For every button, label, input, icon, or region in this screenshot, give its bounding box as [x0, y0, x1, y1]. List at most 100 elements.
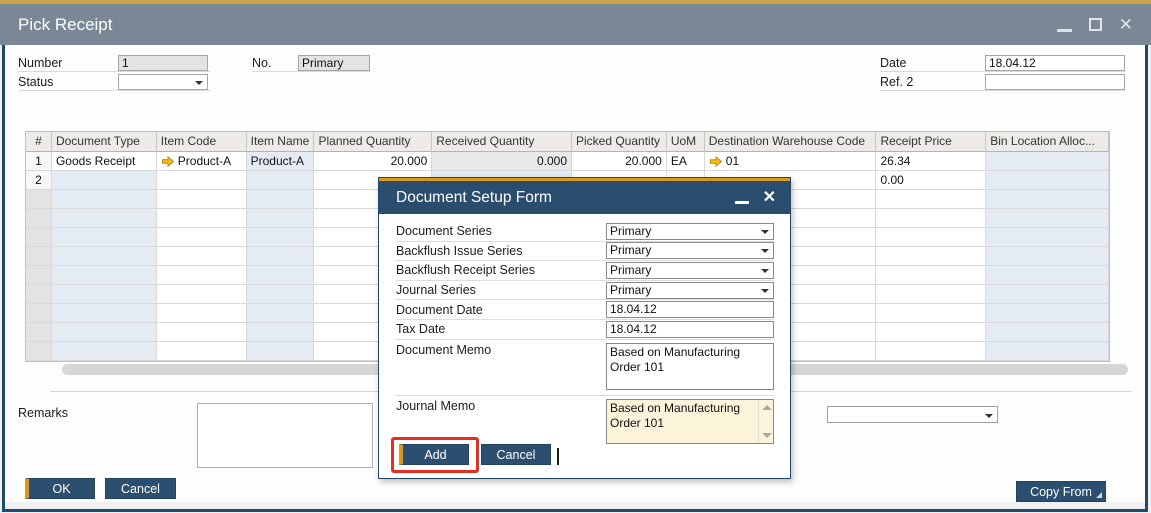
table-cell[interactable] — [246, 190, 315, 209]
modal-titlebar: Document Setup Form ✕ — [379, 181, 790, 214]
table-cell[interactable] — [876, 323, 987, 342]
minimize-icon[interactable] — [1056, 29, 1072, 32]
table-cell[interactable] — [51, 228, 157, 247]
table-cell[interactable] — [51, 323, 157, 342]
bottom-dropdown[interactable] — [827, 406, 998, 423]
table-cell[interactable] — [51, 171, 157, 190]
table-cell[interactable] — [246, 342, 315, 361]
document-memo-textarea[interactable]: Based on Manufacturing Order 101 — [606, 342, 774, 390]
table-cell[interactable] — [156, 342, 247, 361]
table-cell[interactable] — [156, 285, 247, 304]
ref2-field[interactable] — [985, 74, 1125, 90]
maximize-icon[interactable] — [1088, 18, 1102, 31]
close-icon[interactable]: ✕ — [763, 189, 776, 206]
table-cell[interactable] — [156, 209, 247, 228]
table-cell[interactable] — [246, 209, 315, 228]
scroll-down-icon[interactable] — [762, 432, 772, 438]
table-cell[interactable] — [246, 285, 315, 304]
table-cell[interactable] — [876, 209, 987, 228]
table-cell[interactable] — [51, 266, 157, 285]
window-controls: ✕ — [1056, 4, 1133, 45]
table-cell[interactable]: Product-A — [156, 152, 247, 171]
table-cell[interactable] — [246, 266, 315, 285]
journal-memo-textarea[interactable]: Based on Manufacturing Order 101 — [606, 398, 774, 444]
table-cell[interactable] — [246, 323, 315, 342]
table-cell[interactable] — [876, 190, 987, 209]
table-cell[interactable] — [876, 266, 987, 285]
table-cell[interactable] — [51, 285, 157, 304]
remarks-textarea[interactable] — [197, 403, 373, 468]
select-value: Primary — [610, 282, 652, 297]
table-cell[interactable] — [986, 171, 1109, 190]
table-cell[interactable] — [246, 304, 315, 323]
table-cell[interactable] — [156, 304, 247, 323]
table-cell[interactable]: Product-A — [246, 152, 315, 171]
copy-from-button[interactable]: Copy From — [1016, 481, 1106, 502]
date-field[interactable]: 18.04.12 — [985, 55, 1125, 71]
table-cell[interactable] — [986, 190, 1109, 209]
table-cell[interactable] — [51, 247, 157, 266]
cell-text: 0.000 — [536, 154, 567, 168]
table-cell[interactable] — [51, 190, 157, 209]
table-cell[interactable]: 0.000 — [432, 152, 572, 171]
modal-input[interactable]: 18.04.12 — [606, 301, 774, 319]
table-cell[interactable] — [986, 342, 1109, 361]
modal-select[interactable]: Primary — [606, 261, 774, 279]
table-cell[interactable] — [156, 323, 247, 342]
table-cell[interactable]: Goods Receipt — [51, 152, 157, 171]
table-cell[interactable]: 0.00 — [876, 171, 987, 190]
table-cell[interactable] — [986, 285, 1109, 304]
table-cell[interactable]: 26.34 — [876, 152, 987, 171]
chevron-down-icon — [985, 414, 993, 418]
table-cell[interactable] — [246, 247, 315, 266]
table-cell[interactable] — [156, 228, 247, 247]
link-arrow-icon[interactable] — [709, 155, 723, 167]
table-cell: 2 — [26, 171, 52, 190]
table-cell[interactable] — [986, 323, 1109, 342]
table-cell[interactable] — [156, 190, 247, 209]
table-cell[interactable] — [986, 304, 1109, 323]
number-field[interactable]: 1 — [118, 55, 208, 71]
table-cell[interactable]: 20.000 — [314, 152, 433, 171]
table-cell[interactable] — [986, 228, 1109, 247]
minimize-icon[interactable] — [734, 201, 749, 204]
table-cell[interactable] — [51, 342, 157, 361]
date-label: Date — [880, 56, 907, 70]
table-cell[interactable] — [986, 209, 1109, 228]
close-icon[interactable]: ✕ — [1119, 16, 1133, 33]
link-arrow-icon[interactable] — [161, 155, 175, 167]
table-cell[interactable]: 01 — [704, 152, 877, 171]
table-cell — [26, 247, 52, 266]
modal-cancel-button[interactable]: Cancel — [481, 444, 551, 465]
status-select[interactable] — [118, 74, 208, 90]
table-cell[interactable] — [51, 304, 157, 323]
cancel-button[interactable]: Cancel — [105, 478, 176, 499]
table-cell[interactable] — [876, 247, 987, 266]
modal-select[interactable]: Primary — [606, 281, 774, 299]
no-series-field[interactable]: Primary — [298, 55, 370, 71]
table-cell[interactable] — [156, 247, 247, 266]
modal-field-label: Backflush Receipt Series — [396, 263, 535, 278]
table-cell[interactable]: 20.000 — [572, 152, 667, 171]
modal-select[interactable]: Primary — [606, 222, 774, 240]
table-cell[interactable] — [986, 247, 1109, 266]
table-cell[interactable] — [156, 171, 247, 190]
modal-input[interactable]: 18.04.12 — [606, 320, 774, 338]
table-cell[interactable] — [986, 266, 1109, 285]
table-cell[interactable] — [876, 228, 987, 247]
ok-button[interactable]: OK — [25, 478, 95, 499]
modal-select[interactable]: Primary — [606, 242, 774, 260]
table-cell[interactable] — [246, 171, 315, 190]
textarea-scrollbar[interactable] — [758, 399, 773, 443]
table-cell[interactable] — [876, 342, 987, 361]
table-cell[interactable] — [51, 209, 157, 228]
chevron-down-icon — [761, 229, 769, 234]
scroll-up-icon[interactable] — [762, 404, 772, 410]
table-cell[interactable] — [876, 285, 987, 304]
cell-text: 01 — [725, 154, 740, 168]
table-cell[interactable] — [876, 304, 987, 323]
table-cell[interactable] — [246, 228, 315, 247]
table-cell[interactable]: EA — [666, 152, 705, 171]
table-cell[interactable] — [156, 266, 247, 285]
table-cell[interactable] — [986, 152, 1109, 171]
